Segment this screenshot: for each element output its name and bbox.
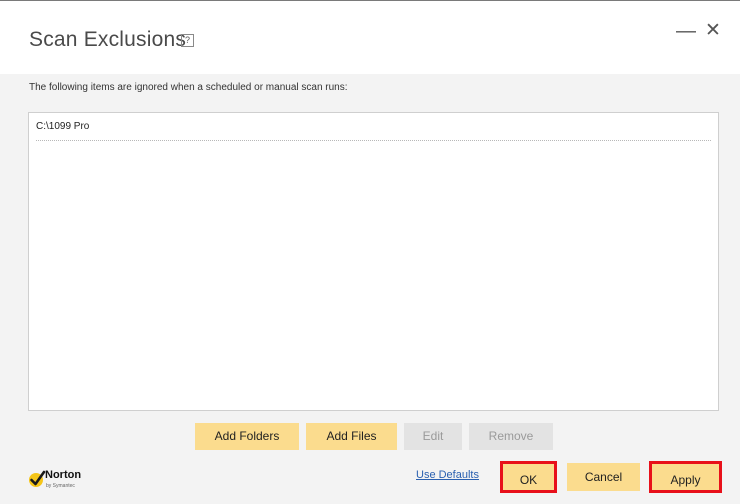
use-defaults-link[interactable]: Use Defaults [416,469,479,481]
ok-button[interactable]: OK [500,461,557,493]
exclusions-description: The following items are ignored when a s… [29,82,348,93]
exclusions-list[interactable]: C:\1099 Pro [28,112,719,411]
apply-button[interactable]: Apply [649,461,722,493]
norton-check-icon [29,470,46,487]
minimize-icon[interactable]: — [676,21,696,41]
add-files-button[interactable]: Add Files [306,423,397,450]
dialog-title: Scan Exclusions [29,28,187,51]
add-folders-button[interactable]: Add Folders [195,423,299,450]
edit-button[interactable]: Edit [404,423,462,450]
close-icon[interactable]: ✕ [705,21,721,41]
remove-button[interactable]: Remove [469,423,553,450]
cancel-button[interactable]: Cancel [567,463,640,491]
help-icon[interactable]: ? [181,34,194,47]
brand-name: Norton [45,469,82,481]
list-item[interactable]: C:\1099 Pro [36,120,711,141]
norton-logo: Norton by Symantec [27,467,107,493]
dialog-header: Scan Exclusions ? — ✕ [0,1,740,74]
brand-sub: by Symantec [46,483,75,489]
